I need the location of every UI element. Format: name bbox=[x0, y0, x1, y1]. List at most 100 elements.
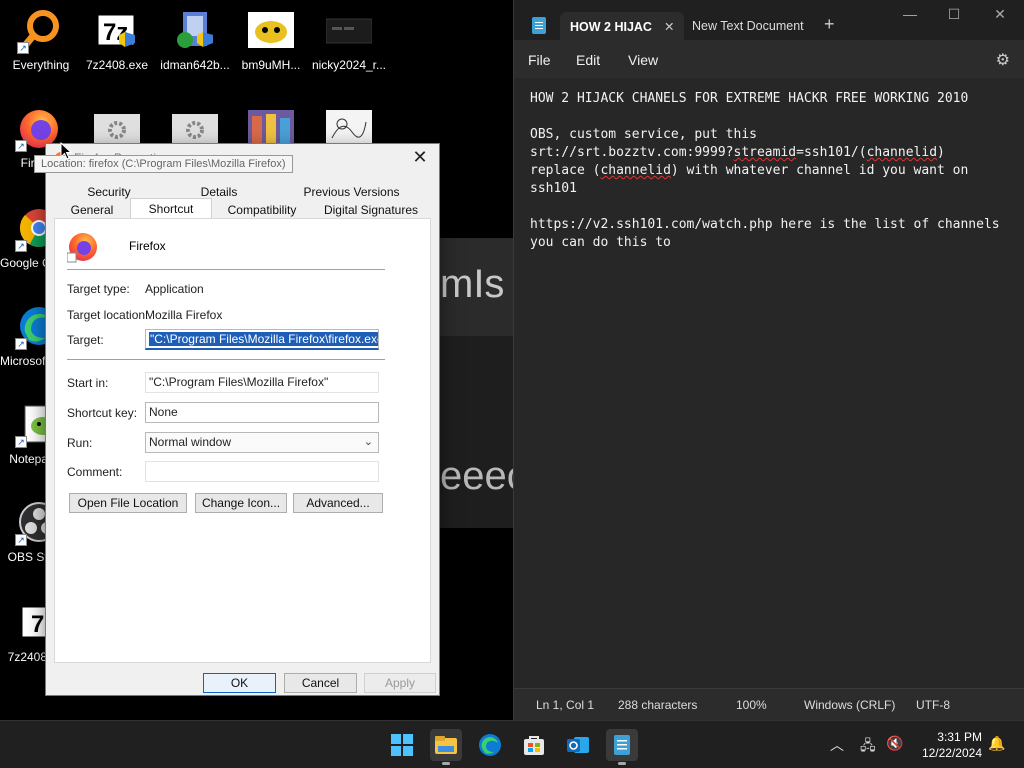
target-type-label: Target type: bbox=[67, 282, 130, 296]
desktop-icon-bm9umh[interactable]: bm9uMH... bbox=[232, 6, 310, 72]
close-button[interactable]: ✕ bbox=[409, 148, 431, 168]
file-explorer-icon[interactable] bbox=[430, 729, 462, 765]
everything-icon: ↗ bbox=[17, 6, 65, 54]
change-icon-button[interactable]: Change Icon... bbox=[195, 493, 287, 513]
comment-label: Comment: bbox=[67, 465, 123, 479]
shortcut-tab-panel: Firefox Target type: Application Target … bbox=[54, 218, 431, 663]
edge-icon[interactable] bbox=[474, 729, 506, 761]
location-tooltip: Location: firefox (C:\Program Files\Mozi… bbox=[34, 155, 293, 173]
menu-edit[interactable]: Edit bbox=[576, 52, 600, 68]
tab-document-active[interactable]: HOW 2 HIJAC ✕ bbox=[560, 12, 685, 42]
text-editor[interactable]: HOW 2 HIJACK CHANELS FOR EXTREME HACKR F… bbox=[514, 78, 1024, 688]
app-name: Firefox bbox=[129, 239, 166, 253]
desktop-icon-label: bm9uMH... bbox=[241, 58, 301, 72]
encoding[interactable]: UTF-8 bbox=[916, 698, 950, 712]
apply-button[interactable]: Apply bbox=[364, 673, 436, 693]
desktop-icon-idman[interactable]: idman642b... bbox=[156, 6, 234, 72]
text-line: =ssh101/( bbox=[796, 145, 867, 160]
shortcut-key-label: Shortcut key: bbox=[67, 406, 138, 420]
shortcut-key-value: None bbox=[149, 405, 178, 419]
desktop-icon-label: Everything bbox=[12, 58, 70, 72]
clock[interactable]: 3:31 PM 12/22/2024 bbox=[922, 729, 982, 761]
desktop-icon-label: nicky2024_r... bbox=[311, 58, 387, 72]
clock-time: 3:31 PM bbox=[937, 730, 982, 744]
idm-installer-icon bbox=[171, 6, 219, 54]
run-select[interactable]: Normal window ⌄ bbox=[145, 432, 379, 453]
zoom-level[interactable]: 100% bbox=[736, 698, 767, 712]
notepad-statusbar: Ln 1, Col 1 288 characters 100% Windows … bbox=[514, 688, 1024, 720]
tab-label: New Text Document bbox=[692, 19, 804, 33]
menu-view[interactable]: View bbox=[628, 52, 658, 68]
target-location-label: Target location: bbox=[67, 308, 149, 322]
svg-text:7: 7 bbox=[31, 611, 44, 638]
desktop-icon-label: idman642b... bbox=[160, 58, 230, 72]
cursor-position: Ln 1, Col 1 bbox=[536, 698, 595, 712]
close-window-icon[interactable]: ✕ bbox=[990, 6, 1010, 23]
target-label: Target: bbox=[67, 333, 104, 347]
gear-icon[interactable]: ⚙ bbox=[996, 50, 1010, 70]
misspelled-word: channelid bbox=[866, 145, 938, 160]
misspelled-word: channelid bbox=[600, 163, 671, 178]
image-thumbnail-icon bbox=[247, 6, 295, 54]
notepad-tabbar[interactable]: HOW 2 HIJAC ✕ New Text Document + — ☐ ✕ bbox=[514, 0, 1024, 42]
desktop-icon-label: 7z2408.exe bbox=[85, 58, 149, 72]
start-in-field[interactable]: "C:\Program Files\Mozilla Firefox" bbox=[145, 372, 379, 393]
store-icon[interactable] bbox=[518, 729, 550, 761]
notepad-icon[interactable] bbox=[606, 729, 638, 765]
misspelled-word: streamid bbox=[733, 145, 797, 160]
background-window[interactable]: mIs eeec bbox=[438, 238, 514, 528]
target-location-value: Mozilla Firefox bbox=[145, 308, 223, 322]
outlook-icon[interactable] bbox=[562, 729, 594, 761]
ok-button[interactable]: OK bbox=[203, 673, 276, 693]
text-line: replace ( bbox=[530, 163, 601, 178]
run-select-value: Normal window bbox=[149, 435, 232, 449]
character-count: 288 characters bbox=[618, 698, 698, 712]
text-line: ) bbox=[937, 145, 945, 160]
notepad-app-icon bbox=[532, 17, 546, 34]
target-field[interactable]: "C:\Program Files\Mozilla Firefox\firefo… bbox=[145, 329, 379, 350]
tab-new-text-document[interactable]: New Text Document bbox=[682, 12, 814, 42]
notepad-menubar: File Edit View ⚙ bbox=[514, 40, 1024, 78]
taskbar: ︿ 🖧 🔇 3:31 PM 12/22/2024 🔔 bbox=[0, 720, 1024, 768]
notifications-bell-icon[interactable]: 🔔 bbox=[988, 735, 1005, 752]
text-line: ssh101 bbox=[530, 181, 577, 196]
target-type-value: Application bbox=[145, 282, 204, 296]
text-line: ) with whatever channel id you want on bbox=[670, 163, 969, 178]
volume-muted-icon[interactable]: 🔇 bbox=[886, 735, 903, 752]
chevron-down-icon: ⌄ bbox=[363, 436, 373, 448]
text-line: OBS, custom service, put this bbox=[530, 127, 757, 142]
run-label: Run: bbox=[67, 436, 93, 450]
mouse-cursor-icon bbox=[60, 142, 72, 160]
menu-file[interactable]: File bbox=[528, 52, 551, 68]
network-icon[interactable]: 🖧 bbox=[860, 735, 876, 759]
start-in-label: Start in: bbox=[67, 376, 109, 390]
background-window-text: mIs bbox=[440, 262, 505, 306]
7zip-installer-icon: 7z bbox=[93, 6, 141, 54]
shortcut-key-field[interactable]: None bbox=[145, 402, 379, 423]
desktop-icon-everything[interactable]: ↗ Everything bbox=[2, 6, 80, 72]
clock-date: 12/22/2024 bbox=[921, 746, 982, 760]
tabs-back-row: Security Details Previous Versions bbox=[54, 182, 429, 202]
divider bbox=[67, 269, 385, 270]
cancel-button[interactable]: Cancel bbox=[284, 673, 357, 693]
open-file-location-button[interactable]: Open File Location bbox=[69, 493, 187, 513]
text-line: https://v2.ssh101.com/watch.php here is … bbox=[530, 217, 1000, 232]
close-tab-icon[interactable]: ✕ bbox=[664, 20, 674, 34]
text-line: HOW 2 HIJACK CHANELS FOR EXTREME HACKR F… bbox=[530, 91, 969, 106]
firefox-app-icon bbox=[66, 231, 99, 263]
line-ending[interactable]: Windows (CRLF) bbox=[804, 698, 895, 712]
chevron-up-icon[interactable]: ︿ bbox=[830, 735, 844, 755]
text-line: you can do this to bbox=[530, 235, 671, 250]
advanced-button[interactable]: Advanced... bbox=[293, 493, 383, 513]
text-line: srt://srt.bozztv.com:9999? bbox=[530, 145, 734, 160]
minimize-icon[interactable]: — bbox=[900, 6, 920, 22]
desktop-icon-7z2408[interactable]: 7z 7z2408.exe bbox=[78, 6, 156, 72]
comment-field[interactable] bbox=[145, 461, 379, 482]
desktop-icon-nicky2024[interactable]: nicky2024_r... bbox=[310, 6, 388, 72]
target-field-value: "C:\Program Files\Mozilla Firefox\firefo… bbox=[149, 332, 378, 346]
firefox-properties-dialog: Firefox Properties ✕ Security Details Pr… bbox=[45, 143, 440, 696]
maximize-icon[interactable]: ☐ bbox=[944, 6, 964, 23]
tab-previous-versions[interactable]: Previous Versions bbox=[274, 182, 429, 202]
start-icon[interactable] bbox=[386, 729, 418, 761]
new-tab-icon[interactable]: + bbox=[824, 14, 835, 35]
